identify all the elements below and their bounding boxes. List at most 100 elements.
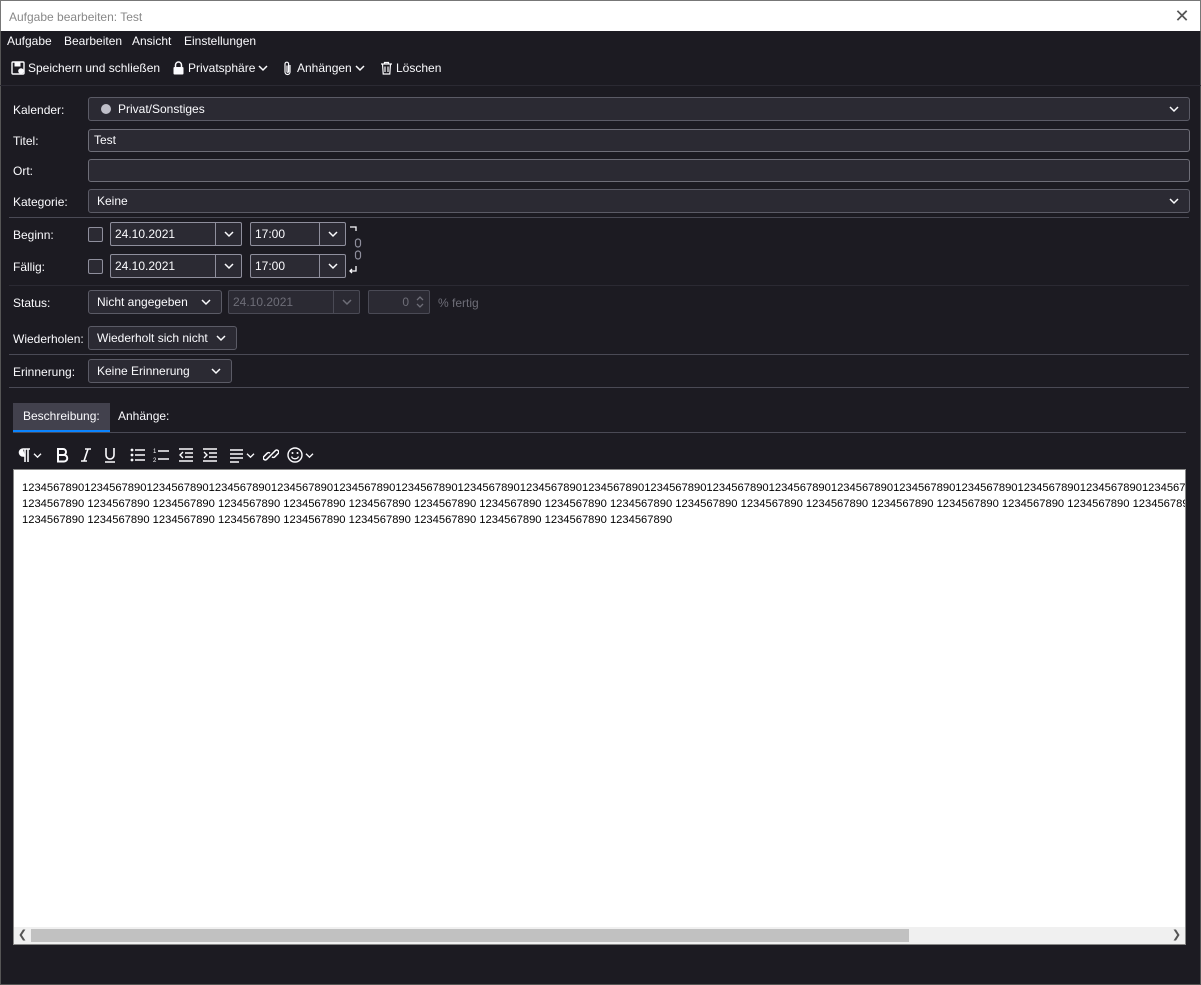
status-date-dropdown [333, 291, 359, 313]
link-chain-icon[interactable] [348, 226, 362, 276]
start-label: Beginn: [13, 228, 54, 242]
location-input[interactable] [88, 159, 1190, 182]
due-date-dropdown[interactable] [215, 255, 241, 277]
bullet-list-button[interactable] [130, 445, 145, 465]
description-content: 1234567890123456789012345678901234567890… [22, 480, 1186, 528]
indent-button[interactable] [202, 445, 218, 465]
chevron-down-icon [258, 65, 268, 72]
chevron-down-icon [216, 335, 226, 342]
lock-icon [173, 61, 184, 75]
underline-button[interactable] [103, 445, 117, 465]
attach-button[interactable]: Anhängen [282, 59, 368, 77]
trash-icon [381, 61, 392, 75]
save-icon [11, 61, 25, 75]
category-label: Kategorie: [13, 195, 68, 209]
status-date-value: 24.10.2021 [233, 295, 294, 309]
horizontal-scrollbar[interactable]: ❮ ❯ [14, 927, 1185, 944]
privacy-label: Privatsphäre [188, 61, 256, 75]
smiley-icon [287, 447, 303, 463]
due-time-value: 17:00 [255, 259, 286, 273]
delete-button[interactable]: Löschen [380, 59, 441, 77]
save-close-label: Speichern und schließen [28, 61, 161, 75]
percent-spinner: 0 [368, 290, 430, 314]
numbered-list-icon: 12 [153, 449, 169, 463]
attach-label: Anhängen [297, 61, 352, 75]
repeat-label: Wiederholen: [13, 332, 84, 346]
calendar-color-dot [101, 104, 111, 114]
align-left-icon [230, 449, 243, 463]
tab-description[interactable]: Beschreibung: [13, 403, 110, 432]
chevron-down-icon [33, 452, 42, 458]
calendar-select[interactable]: Privat/Sonstiges [88, 97, 1190, 121]
chevron-down-icon [355, 65, 365, 72]
outdent-button[interactable] [178, 445, 194, 465]
link-icon [263, 449, 279, 461]
paragraph-format-button[interactable] [17, 445, 42, 465]
category-select[interactable]: Keine [88, 189, 1190, 213]
status-select[interactable]: Nicht angegeben [88, 290, 222, 314]
menu-aufgabe[interactable]: Aufgabe [7, 34, 52, 48]
percent-suffix: % fertig [438, 296, 479, 310]
outdent-icon [179, 448, 193, 462]
start-time-dropdown[interactable] [319, 223, 345, 245]
chevron-down-icon [1169, 106, 1179, 113]
menu-ansicht[interactable]: Ansicht [132, 34, 171, 48]
status-date-picker: 24.10.2021 [228, 290, 360, 314]
description-line: 1234567890 1234567890 1234567890 1234567… [22, 498, 1186, 510]
due-label: Fällig: [13, 260, 46, 274]
save-close-button[interactable]: Speichern und schließen [11, 59, 160, 77]
due-date-picker[interactable]: 24.10.2021 [110, 254, 242, 278]
paperclip-icon [284, 61, 291, 75]
due-time-picker[interactable]: 17:00 [250, 254, 346, 278]
status-value: Nicht angegeben [97, 295, 188, 309]
description-line: 1234567890123456789012345678901234567890… [22, 482, 1186, 494]
start-checkbox[interactable] [88, 227, 103, 242]
title-label: Titel: [13, 134, 39, 148]
start-date-picker[interactable]: 24.10.2021 [110, 222, 242, 246]
separator [9, 217, 1189, 218]
chevron-down-icon [211, 368, 221, 375]
indent-icon [203, 448, 217, 462]
title-input[interactable]: Test [88, 129, 1190, 152]
scroll-left-icon[interactable]: ❮ [14, 927, 31, 944]
window-titlebar: Aufgabe bearbeiten: Test ✕ [0, 0, 1201, 31]
due-checkbox[interactable] [88, 259, 103, 274]
align-button[interactable] [229, 445, 255, 465]
numbered-list-button[interactable]: 12 [153, 445, 169, 465]
start-time-picker[interactable]: 17:00 [250, 222, 346, 246]
separator [9, 354, 1189, 355]
toolbar-separator [0, 85, 1201, 86]
format-toolbar: 12 [13, 443, 1186, 467]
chevron-down-icon [246, 452, 255, 458]
reminder-select[interactable]: Keine Erinnerung [88, 359, 232, 383]
underline-icon [105, 448, 115, 463]
tab-attachments[interactable]: Anhänge: [108, 403, 179, 432]
italic-button[interactable] [80, 445, 92, 465]
scrollbar-thumb[interactable] [31, 929, 909, 942]
privacy-button[interactable]: Privatsphäre [172, 59, 271, 77]
start-date-dropdown[interactable] [215, 223, 241, 245]
chevron-down-icon [201, 299, 211, 306]
repeat-value: Wiederholt sich nicht [97, 331, 208, 345]
chevron-down-icon [328, 263, 338, 270]
chevron-down-icon [328, 231, 338, 238]
due-date-value: 24.10.2021 [115, 259, 176, 273]
bullet-list-icon [130, 448, 145, 462]
insert-link-button[interactable] [263, 445, 279, 465]
repeat-select[interactable]: Wiederholt sich nicht [88, 326, 237, 350]
due-time-dropdown[interactable] [319, 255, 345, 277]
location-label: Ort: [13, 164, 33, 178]
description-editor[interactable]: 1234567890123456789012345678901234567890… [13, 469, 1186, 945]
status-label: Status: [13, 296, 51, 310]
separator [9, 285, 1189, 286]
bold-icon [57, 448, 69, 463]
category-value: Keine [97, 194, 128, 208]
insert-smiley-button[interactable] [287, 445, 314, 465]
svg-text:2: 2 [153, 458, 157, 463]
close-icon[interactable]: ✕ [1170, 4, 1194, 28]
menu-einstellungen[interactable]: Einstellungen [184, 34, 256, 48]
bold-button[interactable] [55, 445, 69, 465]
menu-bearbeiten[interactable]: Bearbeiten [64, 34, 122, 48]
chevron-down-icon [342, 299, 352, 306]
scroll-right-icon[interactable]: ❯ [1168, 927, 1185, 944]
